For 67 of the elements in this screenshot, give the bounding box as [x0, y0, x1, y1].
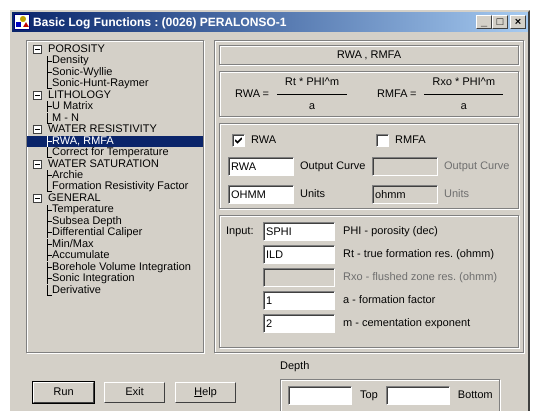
checkbox-label: RMFA	[395, 132, 426, 148]
collapse-icon[interactable]	[33, 91, 42, 100]
group-label: Depth	[280, 359, 310, 374]
text-field[interactable]: OHMM	[228, 185, 294, 204]
tree-item[interactable]: Borehole Volume Integration	[27, 262, 203, 274]
collapse-icon[interactable]	[33, 45, 42, 54]
checkbox-label: RWA	[251, 132, 276, 148]
tree-item[interactable]: Sonic-Hunt-Raymer	[27, 78, 203, 90]
text-field[interactable]: SPHI	[263, 222, 335, 241]
tree-group[interactable]: POROSITY	[48, 44, 105, 56]
tree-group[interactable]: WATER RESISTIVITY	[48, 124, 157, 136]
field-label: PHI - porosity (dec)	[343, 224, 438, 240]
formula-label: RWA =	[234, 86, 269, 102]
text-field[interactable]	[288, 386, 352, 405]
text-field[interactable]: 2	[263, 314, 335, 333]
app-icon	[14, 14, 30, 30]
tree-item[interactable]: U Matrix	[27, 101, 203, 113]
tree-item[interactable]: M - N	[27, 112, 203, 124]
window-control[interactable]: □	[492, 15, 508, 29]
checkbox[interactable]	[232, 134, 245, 146]
field-label: Input:	[226, 225, 254, 238]
field-label: Bottom	[458, 388, 493, 404]
tree-item[interactable]: RWA, RMFA	[27, 136, 203, 148]
collapse-icon[interactable]	[33, 160, 42, 169]
window-control[interactable]: _	[476, 15, 492, 29]
window-control[interactable]: ×	[510, 15, 526, 29]
tree-item[interactable]: Sonic-Wyllie	[27, 66, 203, 78]
field-label: Units	[444, 187, 470, 202]
check-icon	[235, 136, 242, 144]
tree-item[interactable]: Formation Resistivity Factor	[27, 181, 203, 193]
tree-item[interactable]: Differential Caliper	[27, 227, 203, 239]
tree-group[interactable]: LITHOLOGY	[48, 90, 111, 102]
tree-item[interactable]: Density	[27, 55, 203, 67]
formula-denominator: a	[460, 98, 467, 114]
panel-title: RWA , RMFA	[219, 45, 519, 65]
field-label: Output Curve	[444, 159, 510, 174]
formula-numerator: Rt * PHI^m	[276, 74, 347, 94]
tree-item[interactable]: Temperature	[27, 204, 203, 216]
collapse-icon[interactable]	[33, 125, 42, 134]
field-label: Rt - true formation res. (ohmm)	[343, 247, 494, 262]
tree-item[interactable]: Correct for Temperature	[27, 147, 203, 159]
tree-group[interactable]: WATER SATURATION	[48, 158, 159, 170]
window-title: Basic Log Functions : (0026) PERALONSO-1	[33, 14, 286, 31]
dialog-button[interactable]: Help	[175, 382, 236, 402]
dialog-button[interactable]: Exit	[104, 382, 165, 402]
formula-label: RMFA =	[376, 86, 416, 102]
tree-item[interactable]: Sonic Integration	[27, 273, 203, 285]
tree-item[interactable]: Archie	[27, 170, 203, 182]
field-label: m - cementation exponent	[343, 316, 470, 332]
formula-numerator: Rxo * PHI^m	[424, 74, 504, 94]
collapse-icon[interactable]	[33, 194, 42, 204]
text-field[interactable]: RWA	[228, 157, 294, 176]
tree-item[interactable]: Derivative	[27, 284, 203, 296]
tree-item[interactable]: Min/Max	[27, 238, 203, 250]
field-label: Top	[360, 388, 378, 404]
tree-group[interactable]: GENERAL	[48, 192, 101, 204]
text-field[interactable]: 1	[263, 291, 335, 310]
field-label: Units	[300, 187, 326, 202]
formula-denominator: a	[308, 98, 316, 114]
tree-item[interactable]: Subsea Depth	[27, 216, 203, 228]
field-label: Rxo - flushed zone res. (ohmm)	[343, 270, 498, 286]
text-field[interactable]: ILD	[263, 245, 335, 264]
field-label: a - formation factor	[343, 293, 436, 308]
text-field[interactable]	[386, 386, 450, 405]
dialog-button[interactable]: Run	[33, 382, 94, 402]
field-label: Output Curve	[300, 159, 366, 174]
tree-item[interactable]: Accumulate	[27, 250, 203, 262]
